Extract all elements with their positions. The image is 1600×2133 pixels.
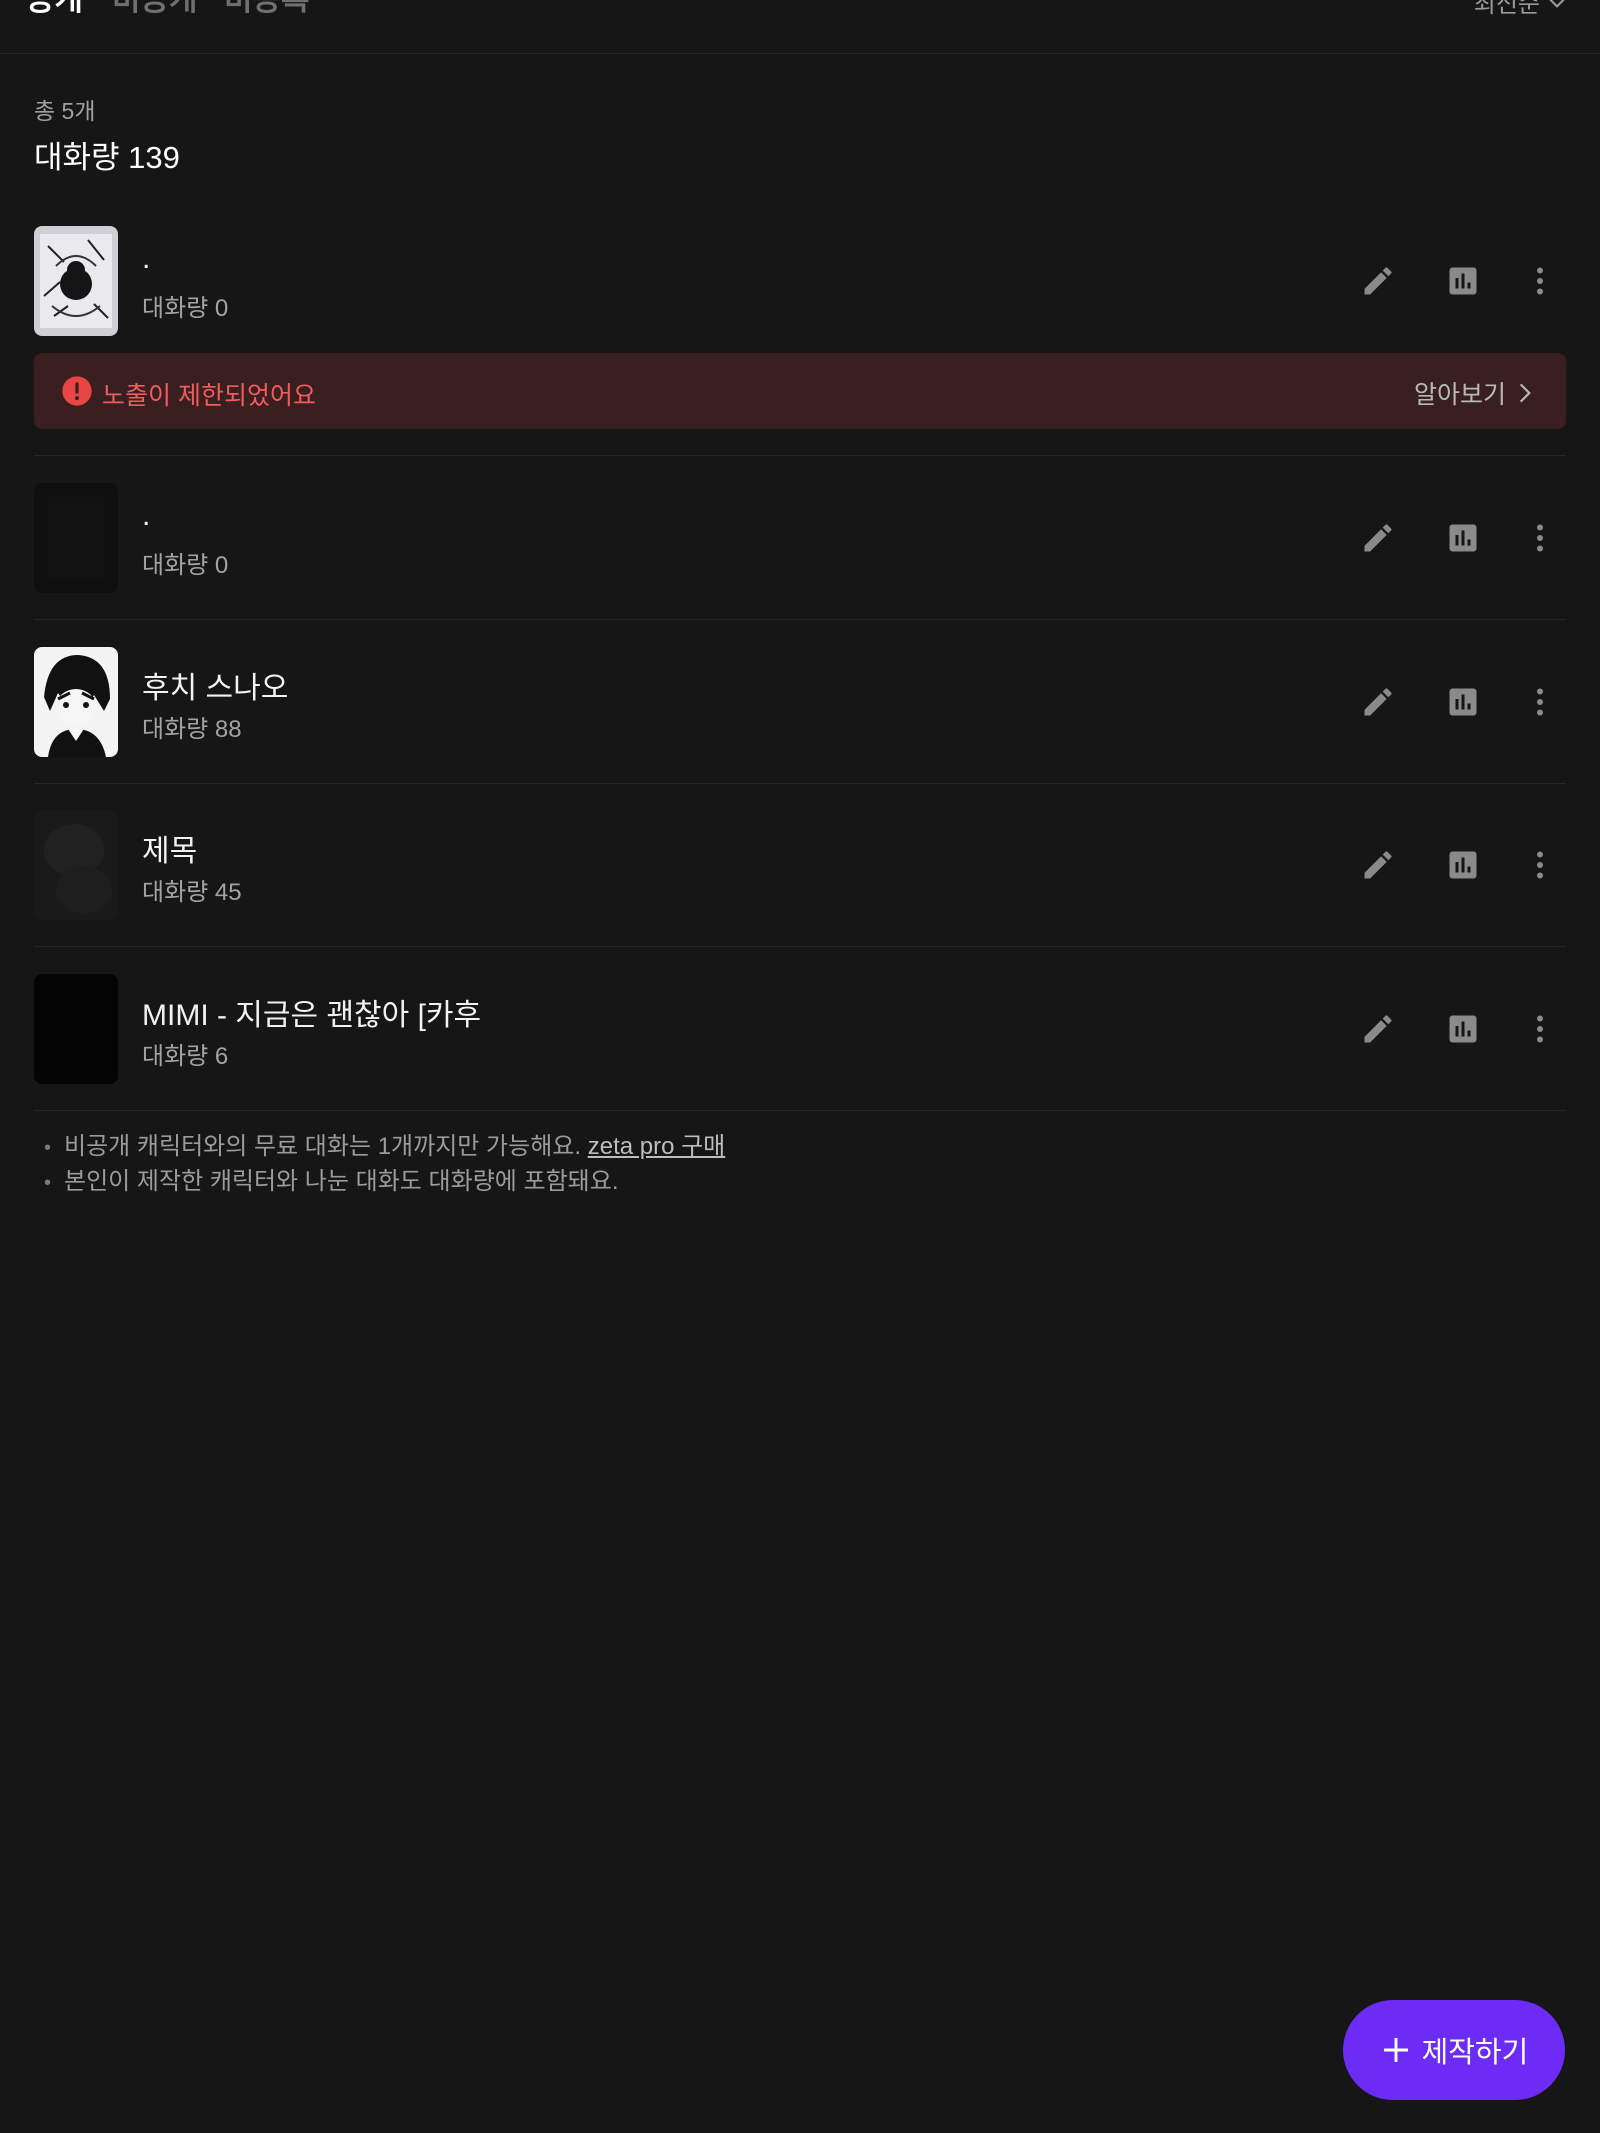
character-thumbnail [34, 226, 118, 336]
chevron-right-icon [1519, 383, 1531, 403]
stats-button[interactable] [1441, 843, 1485, 887]
tab-private[interactable]: 비공개 [112, 0, 198, 18]
divider [34, 619, 1566, 620]
more-button[interactable] [1518, 1007, 1562, 1051]
stats-button[interactable] [1441, 680, 1485, 724]
pencil-icon [1364, 851, 1392, 879]
character-row[interactable]: MIMI - 지금은 괜찮아 [카후 대화량 6 [34, 974, 1566, 1084]
edit-button[interactable] [1356, 680, 1400, 724]
tab-unregistered[interactable]: 비등록 [224, 0, 310, 18]
row-actions [1326, 843, 1566, 887]
alert-circle-icon [62, 376, 92, 406]
more-button[interactable] [1518, 516, 1562, 560]
more-vertical-icon [1537, 851, 1543, 879]
character-row[interactable]: . 대화량 0 [34, 483, 1566, 593]
character-thumbnail [34, 483, 118, 593]
bar-chart-icon [1449, 1015, 1477, 1043]
more-vertical-icon [1537, 1015, 1543, 1043]
character-conversation-count: 대화량 45 [142, 879, 242, 906]
page: 공개 비공개 비등록 최신순 총 5개 대화량 139 . 대화량 0 [0, 0, 1600, 2133]
edit-button[interactable] [1356, 1007, 1400, 1051]
character-thumbnail [34, 647, 118, 757]
character-conversation-count: 대화량 6 [142, 1043, 229, 1070]
divider [34, 946, 1566, 947]
info-notes: • 비공개 캐릭터와의 무료 대화는 1개까지만 가능해요. zeta pro … [44, 1130, 725, 1200]
character-title: . [142, 499, 151, 532]
create-button[interactable]: 제작하기 [1343, 2000, 1565, 2100]
character-title: MIMI - 지금은 괜찮아 [카후 [142, 999, 482, 1032]
character-count: 총 5개 [34, 98, 96, 124]
total-conversations: 대화량 139 [34, 140, 180, 175]
character-title: . [142, 242, 151, 275]
more-button[interactable] [1518, 843, 1562, 887]
character-conversation-count: 대화량 88 [142, 716, 242, 743]
plus-icon [1383, 2038, 1408, 2062]
character-title: 후치 스나오 [142, 672, 289, 705]
row-actions [1326, 680, 1566, 724]
zeta-pro-link[interactable]: zeta pro 구매 [588, 1130, 726, 1163]
chevron-down-icon [1549, 0, 1565, 8]
row-actions [1326, 516, 1566, 560]
edit-button[interactable] [1356, 516, 1400, 560]
edit-button[interactable] [1356, 259, 1400, 303]
pencil-icon [1364, 688, 1392, 716]
bar-chart-icon [1449, 267, 1477, 295]
divider [34, 783, 1566, 784]
stats-button[interactable] [1441, 1007, 1485, 1051]
learn-more-link[interactable]: 알아보기 [1414, 375, 1538, 411]
sort-dropdown[interactable]: 최신순 [1474, 0, 1570, 19]
more-button[interactable] [1518, 680, 1562, 724]
more-vertical-icon [1537, 688, 1543, 716]
bar-chart-icon [1449, 524, 1477, 552]
stats-button[interactable] [1441, 259, 1485, 303]
pencil-icon [1364, 1015, 1392, 1043]
note-text: 본인이 제작한 캐릭터와 나눈 대화도 대화량에 포함돼요. [64, 1168, 619, 1195]
tab-public[interactable]: 공개 [26, 0, 83, 18]
character-conversation-count: 대화량 0 [142, 295, 229, 322]
note-item: • 본인이 제작한 캐릭터와 나눈 대화도 대화량에 포함돼요. [44, 1165, 725, 1200]
stats-button[interactable] [1441, 516, 1485, 560]
bar-chart-icon [1449, 688, 1477, 716]
more-button[interactable] [1518, 259, 1562, 303]
pencil-icon [1364, 524, 1392, 552]
more-vertical-icon [1537, 524, 1543, 552]
character-row[interactable]: . 대화량 0 [34, 226, 1566, 336]
note-text: 비공개 캐릭터와의 무료 대화는 1개까지만 가능해요. [64, 1133, 582, 1160]
tab-bar: 공개 비공개 비등록 최신순 [0, 0, 1600, 54]
note-item: • 비공개 캐릭터와의 무료 대화는 1개까지만 가능해요. zeta pro … [44, 1130, 725, 1165]
divider [34, 1110, 1566, 1111]
character-row[interactable]: 후치 스나오 대화량 88 [34, 647, 1566, 757]
pencil-icon [1364, 267, 1392, 295]
divider [34, 455, 1566, 456]
create-button-label: 제작하기 [1421, 2037, 1529, 2069]
warning-text: 노출이 제한되었어요 [102, 382, 316, 410]
more-vertical-icon [1537, 267, 1543, 295]
row-actions [1326, 1007, 1566, 1051]
character-title: 제목 [142, 835, 198, 868]
character-thumbnail [34, 810, 118, 920]
character-thumbnail [34, 974, 118, 1084]
sort-label: 최신순 [1473, 0, 1540, 18]
edit-button[interactable] [1356, 843, 1400, 887]
character-conversation-count: 대화량 0 [142, 552, 229, 579]
character-row[interactable]: 제목 대화량 45 [34, 810, 1566, 920]
bar-chart-icon [1449, 851, 1477, 879]
exposure-restricted-banner: 노출이 제한되었어요 알아보기 [34, 353, 1566, 429]
row-actions [1326, 259, 1566, 303]
learn-more-label: 알아보기 [1413, 381, 1506, 409]
